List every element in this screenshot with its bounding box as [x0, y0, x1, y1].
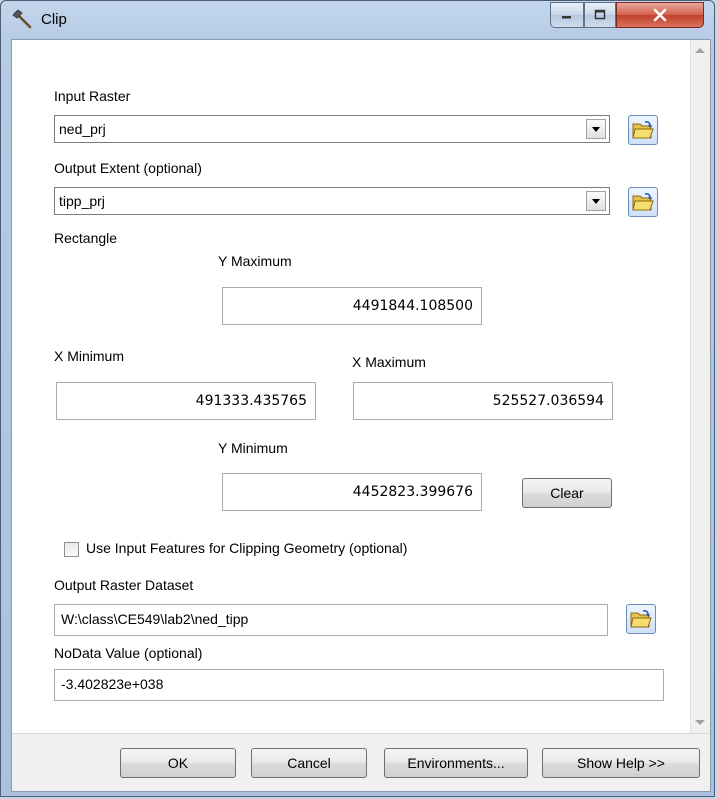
y-minimum-label: Y Minimum	[218, 440, 288, 456]
chevron-down-icon[interactable]	[586, 191, 606, 211]
chevron-down-icon[interactable]	[586, 119, 606, 139]
x-minimum-input[interactable]: 491333.435765	[56, 382, 316, 420]
clear-button[interactable]: Clear	[522, 478, 612, 508]
environments-button[interactable]: Environments...	[384, 748, 528, 778]
scroll-up-icon[interactable]	[695, 48, 705, 53]
y-maximum-input[interactable]: 4491844.108500	[222, 287, 482, 325]
show-help-button[interactable]: Show Help >>	[542, 748, 700, 778]
y-maximum-label: Y Maximum	[218, 253, 292, 269]
close-icon	[653, 8, 667, 22]
vertical-scrollbar[interactable]	[690, 40, 710, 733]
minimize-icon	[562, 16, 571, 19]
input-raster-combo[interactable]: ned_prj	[54, 115, 610, 143]
browse-output-extent-button[interactable]	[628, 187, 658, 217]
minimize-button[interactable]	[550, 2, 584, 28]
output-raster-label: Output Raster Dataset	[54, 577, 194, 593]
clip-dialog: Clip Input Raster ned_prj Output Extent …	[0, 0, 715, 797]
output-extent-label: Output Extent (optional)	[54, 160, 202, 176]
open-folder-icon	[632, 121, 654, 139]
cancel-button[interactable]: Cancel	[251, 748, 367, 778]
x-maximum-label: X Maximum	[352, 354, 426, 370]
maximize-button[interactable]	[584, 2, 616, 28]
close-button[interactable]	[616, 2, 704, 28]
maximize-icon	[594, 9, 606, 20]
input-raster-label: Input Raster	[54, 88, 131, 104]
use-input-features-label[interactable]: Use Input Features for Clipping Geometry…	[86, 540, 407, 556]
parameters-panel: Input Raster ned_prj Output Extent (opti…	[12, 40, 690, 733]
output-extent-combo[interactable]: tipp_prj	[54, 187, 610, 215]
x-maximum-input[interactable]: 525527.036594	[353, 382, 613, 420]
nodata-input[interactable]: -3.402823e+038	[54, 669, 664, 701]
use-input-features-checkbox[interactable]	[64, 542, 79, 557]
open-folder-icon	[632, 193, 654, 211]
output-raster-input[interactable]: W:\class\CE549\lab2\ned_tipp	[54, 604, 608, 636]
input-raster-value: ned_prj	[59, 121, 106, 137]
browse-output-raster-button[interactable]	[626, 604, 656, 634]
hammer-icon	[11, 9, 35, 31]
output-extent-value: tipp_prj	[59, 193, 105, 209]
dialog-client-area: Input Raster ned_prj Output Extent (opti…	[11, 39, 711, 792]
rectangle-label: Rectangle	[54, 230, 118, 246]
scroll-down-icon[interactable]	[695, 720, 705, 725]
open-folder-icon	[630, 610, 652, 628]
nodata-label: NoData Value (optional)	[54, 645, 203, 661]
dialog-footer: OK Cancel Environments... Show Help >>	[12, 733, 710, 791]
x-minimum-label: X Minimum	[54, 348, 125, 364]
window-title: Clip	[41, 11, 67, 28]
browse-input-raster-button[interactable]	[628, 115, 658, 145]
title-bar[interactable]: Clip	[1, 1, 714, 39]
ok-button[interactable]: OK	[120, 748, 236, 778]
y-minimum-input[interactable]: 4452823.399676	[222, 473, 482, 511]
